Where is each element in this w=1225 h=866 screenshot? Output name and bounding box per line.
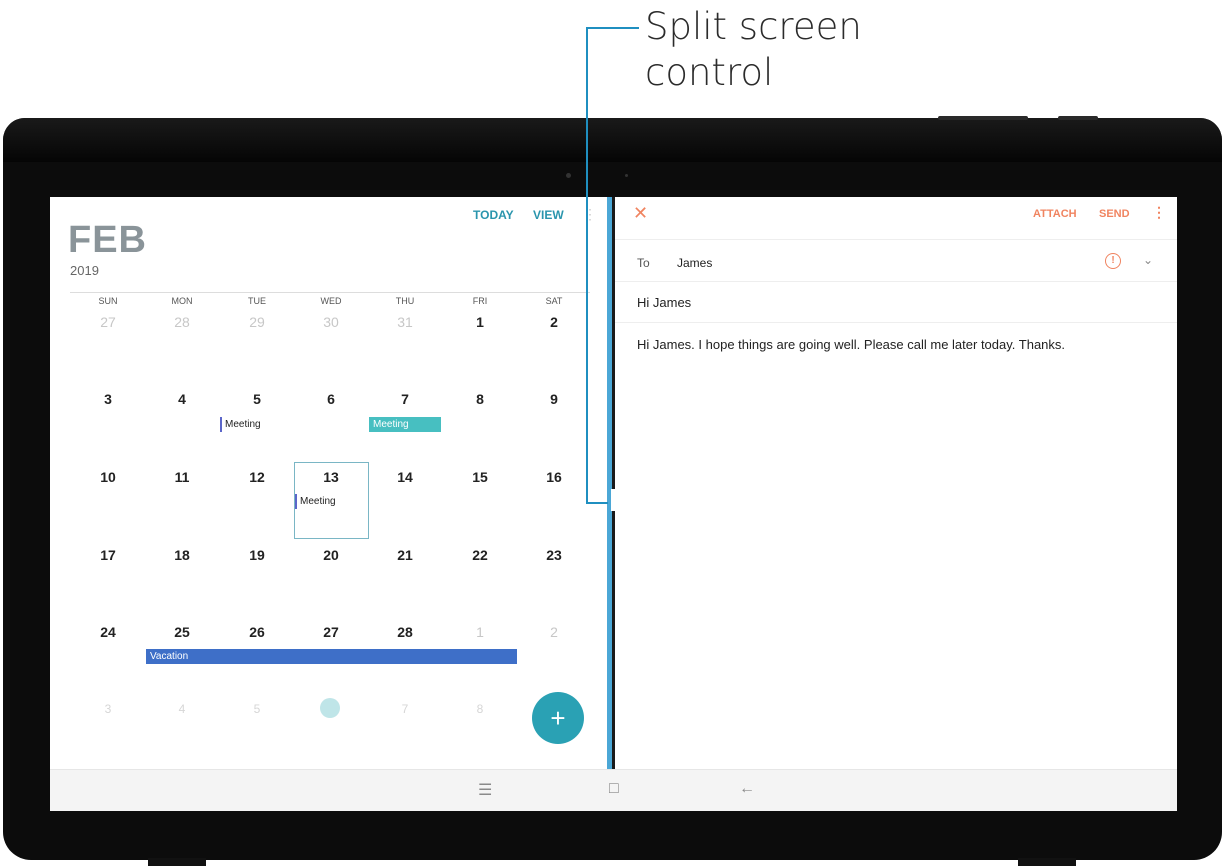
day-cell[interactable]: 26: [237, 624, 277, 640]
day-cell[interactable]: 16: [534, 469, 574, 485]
device-top-bezel: [3, 118, 1222, 162]
weekday-sat: SAT: [545, 296, 563, 306]
day-cell[interactable]: 5: [237, 702, 277, 716]
day-cell[interactable]: 23: [534, 547, 574, 563]
recent-apps-icon[interactable]: ☰: [478, 780, 492, 800]
weekday-fri: FRI: [472, 296, 488, 306]
send-button[interactable]: SEND: [1099, 208, 1130, 220]
day-cell[interactable]: 9: [534, 391, 574, 407]
subject-field[interactable]: Hi James: [637, 295, 691, 310]
calendar-app-pane: FEB 2019 TODAY VIEW ⋮ SUN MON TUE WED TH…: [50, 197, 607, 769]
day-cell[interactable]: 27: [311, 624, 351, 640]
priority-icon[interactable]: !: [1105, 253, 1121, 269]
weekday-sun: SUN: [98, 296, 118, 306]
email-more-icon[interactable]: ⋮: [1152, 204, 1166, 221]
day-cell[interactable]: 20: [311, 547, 351, 563]
view-button[interactable]: VIEW: [533, 208, 564, 222]
recipient-divider: [615, 281, 1177, 282]
day-cell[interactable]: 14: [385, 469, 425, 485]
day-cell[interactable]: 8: [460, 702, 500, 716]
weekday-mon: MON: [171, 296, 193, 306]
day-cell[interactable]: 7: [385, 391, 425, 407]
day-cell[interactable]: 28: [385, 624, 425, 640]
day-cell[interactable]: 31: [385, 314, 425, 330]
callout-line-2: control: [645, 51, 774, 94]
month-title: FEB: [68, 219, 147, 261]
day-cell[interactable]: 6: [311, 391, 351, 407]
recipient-field[interactable]: James: [677, 256, 712, 270]
add-icon: +: [550, 703, 566, 733]
add-event-button[interactable]: +: [532, 692, 584, 744]
subject-divider: [615, 322, 1177, 323]
event-meeting[interactable]: Meeting: [295, 494, 364, 509]
attach-button[interactable]: ATTACH: [1033, 208, 1077, 220]
day-cell[interactable]: 11: [162, 469, 202, 485]
day-cell[interactable]: 10: [88, 469, 128, 485]
back-icon[interactable]: ←: [739, 780, 755, 798]
email-compose-pane: ✕ ATTACH SEND ⋮ To James ! ⌄ Hi James Hi…: [615, 197, 1177, 769]
day-cell[interactable]: 28: [162, 314, 202, 330]
chevron-down-icon[interactable]: ⌄: [1143, 253, 1153, 267]
day-cell[interactable]: 3: [88, 391, 128, 407]
day-cell[interactable]: 4: [162, 391, 202, 407]
sensor: [625, 174, 628, 177]
day-cell[interactable]: 19: [237, 547, 277, 563]
toolbar-divider: [615, 239, 1177, 240]
day-cell[interactable]: 21: [385, 547, 425, 563]
callout-leader-pointer: [586, 502, 608, 504]
system-navigation-bar: ☰ □ ←: [50, 769, 1177, 811]
home-icon[interactable]: □: [609, 780, 619, 798]
callout-line-1: Split screen: [645, 5, 862, 48]
device-foot-left: [148, 858, 206, 866]
day-cell[interactable]: 15: [460, 469, 500, 485]
day-cell[interactable]: 3: [88, 702, 128, 716]
day-cell[interactable]: 5: [237, 391, 277, 407]
weekday-thu: THU: [395, 296, 415, 306]
day-cell[interactable]: 18: [162, 547, 202, 563]
split-screen-callout-label: Split screen control: [645, 4, 862, 96]
front-camera: [566, 173, 571, 178]
day-cell[interactable]: 30: [311, 314, 351, 330]
event-meeting[interactable]: Meeting: [220, 417, 290, 432]
day-cell-selected[interactable]: 13: [311, 469, 351, 485]
day-cell[interactable]: 27: [88, 314, 128, 330]
header-divider: [70, 292, 590, 293]
power-button: [1058, 116, 1098, 120]
event-meeting[interactable]: Meeting: [369, 417, 441, 432]
day-cell[interactable]: 29: [237, 314, 277, 330]
device-foot-right: [1018, 858, 1076, 866]
to-label: To: [637, 256, 650, 270]
year-label: 2019: [70, 263, 99, 278]
today-button[interactable]: TODAY: [473, 208, 514, 222]
day-cell[interactable]: 2: [534, 314, 574, 330]
weekday-tue: TUE: [248, 296, 266, 306]
day-cell[interactable]: 1: [460, 624, 500, 640]
day-cell[interactable]: 24: [88, 624, 128, 640]
close-icon[interactable]: ✕: [633, 203, 648, 224]
message-body[interactable]: Hi James. I hope things are going well. …: [637, 337, 1065, 352]
today-indicator: [320, 698, 340, 718]
day-cell[interactable]: 17: [88, 547, 128, 563]
callout-leader-vertical: [586, 27, 588, 504]
day-cell[interactable]: 22: [460, 547, 500, 563]
day-cell[interactable]: 4: [162, 702, 202, 716]
weekday-wed: WED: [320, 296, 342, 306]
day-cell[interactable]: 8: [460, 391, 500, 407]
device-screen: FEB 2019 TODAY VIEW ⋮ SUN MON TUE WED TH…: [50, 197, 1177, 811]
day-cell[interactable]: 1: [460, 314, 500, 330]
day-cell[interactable]: 2: [534, 624, 574, 640]
day-cell[interactable]: 12: [237, 469, 277, 485]
volume-button: [938, 116, 1028, 120]
day-cell[interactable]: 25: [162, 624, 202, 640]
event-vacation[interactable]: Vacation: [146, 649, 517, 664]
callout-leader-top: [586, 27, 639, 29]
day-cell[interactable]: 7: [385, 702, 425, 716]
